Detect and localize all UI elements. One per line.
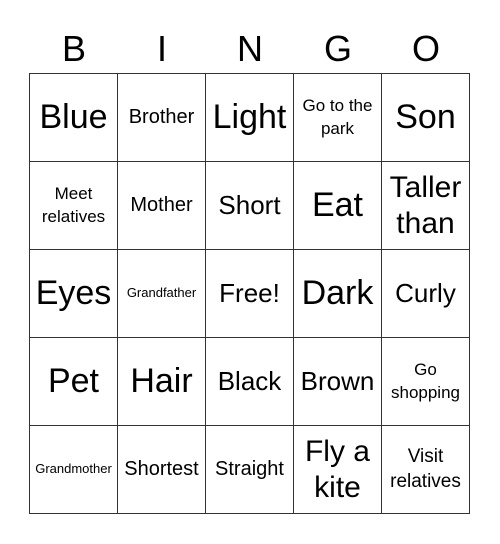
bingo-cell[interactable]: Fly a kite (294, 426, 382, 514)
bingo-cell[interactable]: Visit relatives (382, 426, 470, 514)
bingo-cell[interactable]: Hair (118, 338, 206, 426)
bingo-cell[interactable]: Eat (294, 162, 382, 250)
bingo-cell[interactable]: Blue (30, 74, 118, 162)
bingo-cell[interactable]: Son (382, 74, 470, 162)
bingo-cell[interactable]: Go to the park (294, 74, 382, 162)
bingo-cell[interactable]: Brother (118, 74, 206, 162)
bingo-cell[interactable]: Meet relatives (30, 162, 118, 250)
bingo-card-grid: Blue Brother Light Go to the park Son Meet re… (29, 73, 470, 514)
bingo-cell[interactable]: Taller than (382, 162, 470, 250)
header-letter-o: O (411, 28, 440, 69)
bingo-cell[interactable]: Brown (294, 338, 382, 426)
bingo-cell[interactable]: Curly (382, 250, 470, 338)
bingo-cell[interactable]: Black (206, 338, 294, 426)
header-letter-g: G (323, 28, 352, 69)
bingo-cell[interactable]: Shortest (118, 426, 206, 514)
bingo-cell[interactable]: Eyes (30, 250, 118, 338)
bingo-cell[interactable]: Grandfather (118, 250, 206, 338)
bingo-cell[interactable]: Light (206, 74, 294, 162)
bingo-cell[interactable]: Dark (294, 250, 382, 338)
bingo-cell[interactable]: Mother (118, 162, 206, 250)
header-letter-i: I (156, 28, 167, 69)
bingo-cell[interactable]: Grandmother (30, 426, 118, 514)
header-letter-b: B (61, 28, 86, 69)
header-letter-n: N (237, 28, 263, 69)
bingo-cell[interactable]: Free! (206, 250, 294, 338)
bingo-header: B I N G O (30, 26, 470, 72)
bingo-cell[interactable]: Pet (30, 338, 118, 426)
bingo-cell[interactable]: Go shopping (382, 338, 470, 426)
bingo-cell[interactable]: Short (206, 162, 294, 250)
bingo-cell[interactable]: Straight (206, 426, 294, 514)
